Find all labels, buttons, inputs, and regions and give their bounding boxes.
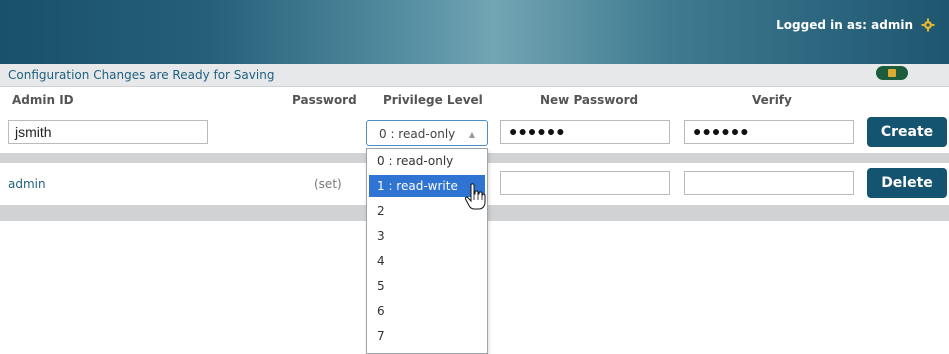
privilege-select-value: 0 : read-only: [379, 127, 456, 141]
privilege-option[interactable]: 3: [369, 225, 485, 247]
column-header-verify: Verify: [752, 93, 792, 107]
new-password-mask: ●●●●●●: [509, 123, 566, 139]
chevron-up-icon: ▲: [468, 130, 475, 139]
privilege-level-select[interactable]: 0 : read-only ▲: [366, 120, 488, 146]
verify-password-mask: ●●●●●●: [693, 123, 750, 139]
privilege-option[interactable]: 4: [369, 250, 485, 272]
status-bar: Configuration Changes are Ready for Savi…: [0, 64, 949, 87]
column-header-privilege-level: Privilege Level: [383, 93, 483, 107]
top-header: Logged in as: admin: [0, 0, 949, 64]
save-icon[interactable]: [876, 66, 908, 80]
password-set-status: (set): [314, 177, 342, 191]
privilege-option[interactable]: 7: [369, 325, 485, 347]
privilege-option[interactable]: 0 : read-only: [369, 150, 485, 172]
status-message: Configuration Changes are Ready for Savi…: [8, 68, 275, 82]
existing-new-password-input[interactable]: [500, 171, 670, 195]
new-password-input[interactable]: ●●●●●●: [500, 120, 670, 144]
column-header-new-password: New Password: [540, 93, 639, 107]
existing-verify-password-input[interactable]: [684, 171, 854, 195]
column-header-admin-id: Admin ID: [12, 93, 74, 107]
privilege-option[interactable]: 6: [369, 300, 485, 322]
column-header-password: Password: [292, 93, 357, 107]
privilege-dropdown-list: 0 : read-only 1 : read-write 2 3 4 5 6 7: [366, 148, 488, 354]
gear-icon[interactable]: [921, 18, 935, 32]
delete-button[interactable]: Delete: [867, 168, 947, 198]
hand-cursor-icon: [464, 183, 486, 210]
verify-password-input[interactable]: ●●●●●●: [684, 120, 854, 144]
admin-id-input[interactable]: jsmith: [8, 120, 208, 144]
create-button[interactable]: Create: [867, 117, 947, 147]
logged-in-label: Logged in as: admin: [776, 18, 913, 32]
existing-admin-id: admin: [8, 177, 46, 191]
privilege-option[interactable]: 5: [369, 275, 485, 297]
